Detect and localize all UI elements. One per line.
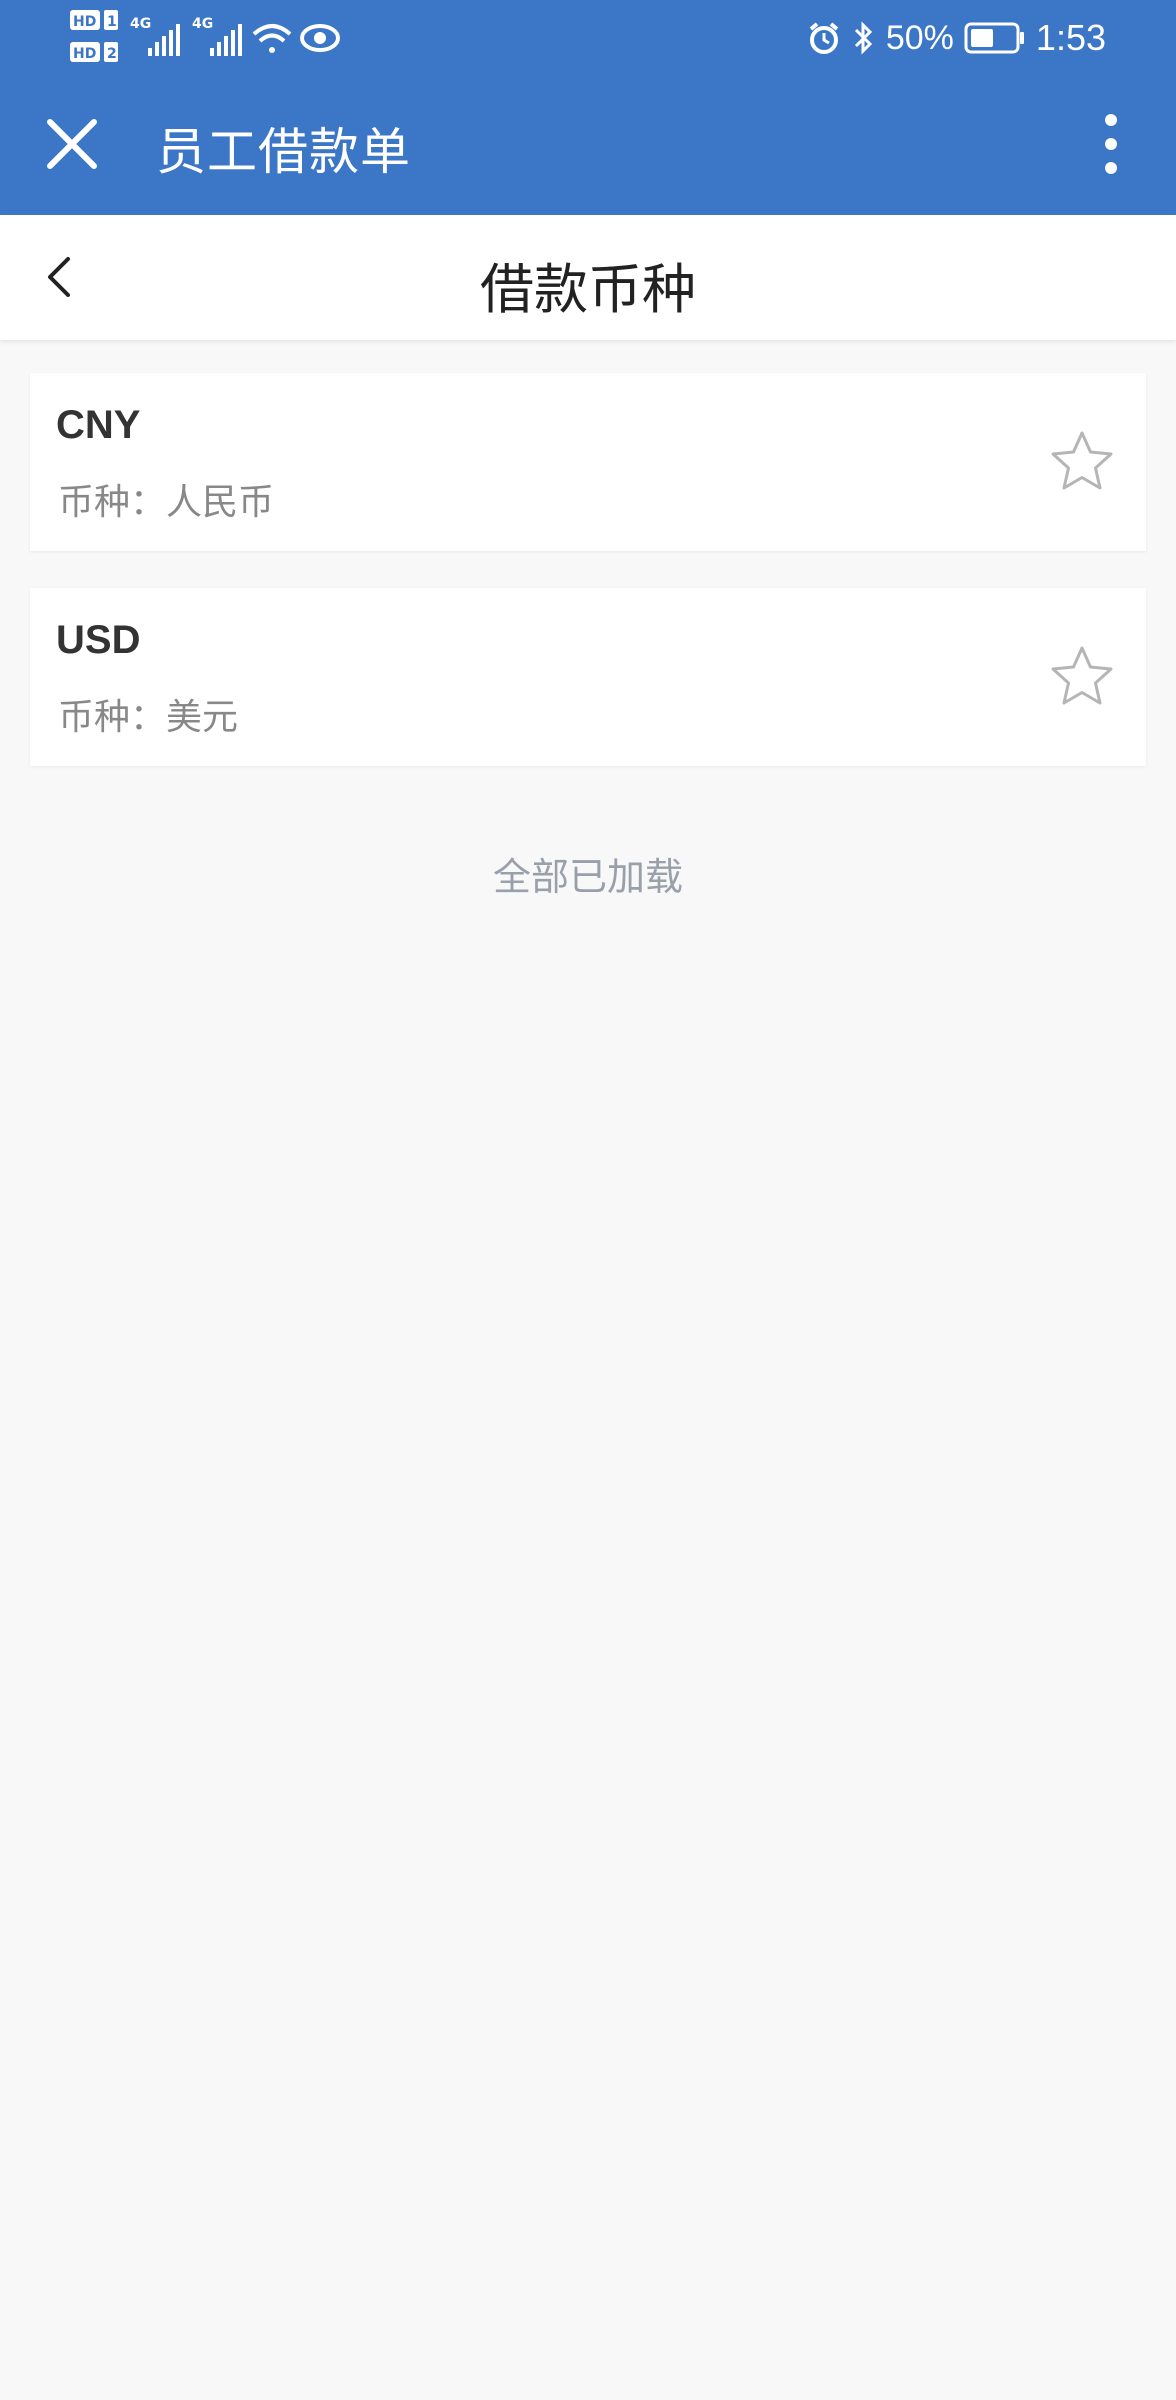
app-bar: HD 1 HD 2 4G 4G 50% 1:53 员工借款单 — [0, 0, 1176, 215]
eye-icon — [300, 24, 340, 52]
signal2-icon — [210, 24, 242, 56]
net1-label: 4G — [130, 16, 151, 32]
battery-percent: 50% — [885, 18, 954, 57]
alarm-icon — [809, 22, 839, 54]
more-button[interactable] — [1096, 108, 1126, 180]
signal1-icon — [148, 24, 180, 56]
hd1-sim-label: 1 — [107, 14, 117, 30]
signal-icons: HD 1 HD 2 4G 4G — [70, 10, 340, 62]
currency-code: CNY — [56, 403, 141, 447]
currency-desc: 币种：美元 — [58, 697, 239, 738]
favorite-button[interactable] — [1048, 643, 1116, 711]
currency-item-cny[interactable]: CNY 币种：人民币 — [30, 373, 1146, 551]
bluetooth-icon — [854, 21, 872, 55]
hd1-label: HD — [73, 14, 96, 30]
hd2-sim-label: 2 — [107, 46, 117, 62]
app-title: 员工借款单 — [156, 123, 411, 181]
close-button[interactable] — [36, 108, 108, 180]
wifi-icon — [252, 24, 292, 53]
status-right: 50% 1:53 — [806, 10, 1106, 66]
star-icon — [1051, 646, 1113, 705]
page-header: 借款币种 — [0, 215, 1176, 340]
clock: 1:53 — [1035, 17, 1106, 58]
star-icon — [1051, 431, 1113, 490]
currency-code: USD — [56, 618, 141, 662]
net2-label: 4G — [192, 16, 213, 32]
app-title-row: 员工借款单 — [0, 72, 1176, 215]
currency-desc: 币种：人民币 — [58, 482, 275, 523]
more-vert-icon — [1105, 114, 1117, 174]
currency-item-usd[interactable]: USD 币种：美元 — [30, 588, 1146, 766]
close-icon — [47, 119, 97, 169]
battery-icon — [964, 22, 1024, 54]
status-left: HD 1 HD 2 4G 4G — [70, 8, 350, 68]
status-bar: HD 1 HD 2 4G 4G 50% 1:53 — [0, 0, 1176, 72]
hd2-label: HD — [73, 46, 96, 62]
page-title: 借款币种 — [480, 258, 696, 321]
all-loaded-text: 全部已加载 — [492, 855, 683, 899]
favorite-button[interactable] — [1048, 428, 1116, 496]
